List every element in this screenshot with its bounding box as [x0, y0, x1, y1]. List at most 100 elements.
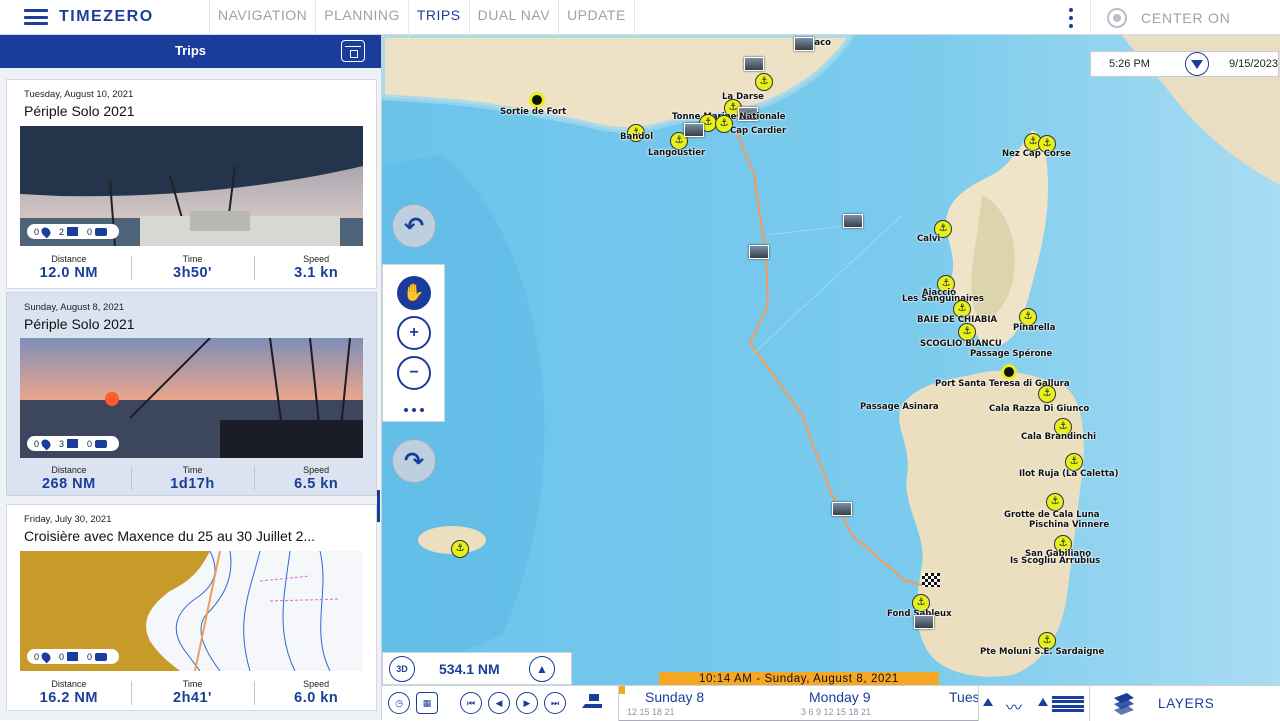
tab-update[interactable]: UPDATE [559, 0, 635, 35]
calendar-icon[interactable] [341, 40, 365, 62]
tab-navigation[interactable]: NAVIGATION [210, 0, 317, 35]
trip-card[interactable]: Sunday, August 8, 2021 Périple Solo 2021… [6, 292, 377, 496]
map-label: Passage Asinara [860, 402, 939, 412]
waypoint-icon [39, 437, 53, 450]
map-label: Cala Razza Di Giunco [989, 404, 1090, 414]
clock-date: 9/15/2023 [1229, 58, 1278, 70]
center-on-button[interactable]: CENTER ON [1090, 0, 1280, 35]
timeline-day: Sunday 8 [645, 689, 705, 705]
playback-bar: ◷ ▦ ⏮ ◀ ▶ ⏭ Sunday 8 12 15 18 21 Monday … [382, 685, 1280, 721]
map-label: BAIE DE CHIABIA [917, 315, 998, 325]
3d-button[interactable]: 3D [389, 655, 415, 682]
zoom-in-icon[interactable]: + [397, 316, 431, 350]
chart-map[interactable]: Sortie de Fort Monaco ⚓ La Darse ⚓ Tonne… [382, 35, 1280, 685]
photo-icon [67, 439, 79, 448]
map-label: Nez Cap Corse [1002, 149, 1071, 159]
layers-button[interactable]: LAYERS [1158, 696, 1214, 711]
list-icon[interactable] [1052, 696, 1084, 712]
map-label: Pischina Vinnere [1029, 520, 1110, 530]
trip-media-counts: 0 2 0 [27, 224, 119, 239]
trip-stats: Distance 268 NM Time 1d17h Speed 6.5 kn [7, 463, 378, 501]
target-icon [1107, 7, 1127, 28]
waypoint-icon [39, 650, 53, 663]
trip-media-counts: 0 0 0 [27, 649, 119, 664]
play-icon[interactable]: ▶ [516, 692, 538, 714]
skip-end-icon[interactable]: ⏭ [544, 692, 566, 714]
timeline-hours: 12 15 18 21 [627, 707, 675, 717]
map-label: Pte Moluni S.E. Sardaigne [980, 647, 1105, 657]
app-brand: TIMEZERO [59, 8, 154, 25]
map-label: Is Scogliu Arrubius [1010, 556, 1101, 566]
waypoint-marker[interactable] [529, 92, 545, 108]
clock-icon[interactable]: ◷ [388, 692, 410, 714]
undo-button[interactable]: ↶ [392, 204, 436, 248]
trip-card[interactable]: Friday, July 30, 2021 Croisière avec Max… [6, 504, 377, 711]
trip-photo: 0 3 0 [20, 338, 363, 458]
photo-marker[interactable] [794, 37, 814, 51]
panel-title: Trips [174, 43, 207, 58]
trip-stats: Distance 16.2 NM Time 2h41' Speed 6.0 kn [7, 677, 378, 715]
map-label: SCOGLIO BIANCU [920, 339, 1002, 349]
photo-icon [67, 227, 79, 236]
anchor-icon[interactable]: ⚓ [1046, 493, 1064, 511]
more-options-icon[interactable] [1062, 8, 1080, 28]
trip-title: Périple Solo 2021 [24, 316, 135, 332]
map-label: Grotte de Cala Luna [1004, 510, 1100, 520]
photo-marker[interactable] [914, 615, 934, 629]
anchor-icon[interactable]: ⚓ [1038, 385, 1056, 403]
photo-marker[interactable] [744, 57, 764, 71]
trip-time: 2h41' [173, 690, 212, 706]
map-label: Bandol [620, 132, 654, 142]
anchor-icon[interactable]: ⚓ [755, 73, 773, 91]
trip-card[interactable]: Tuesday, August 10, 2021 Périple Solo 20… [6, 79, 377, 289]
tab-dual-nav[interactable]: DUAL NAV [470, 0, 560, 35]
photo-marker[interactable] [684, 123, 704, 137]
trip-chart-thumbnail: 0 0 0 [20, 551, 363, 671]
timeline-day: Monday 9 [809, 689, 871, 705]
timeline-day: Tues [949, 689, 978, 705]
trip-title: Périple Solo 2021 [24, 103, 135, 119]
waypoint-marker[interactable] [1001, 364, 1017, 380]
playback-time-banner: 10:14 AM - Sunday, August 8, 2021 [659, 672, 939, 685]
photo-marker[interactable] [832, 502, 852, 516]
tab-planning[interactable]: PLANNING [316, 0, 409, 35]
tab-trips[interactable]: TRIPS [409, 0, 470, 35]
distance-readout: 3D 534.1 NM ▲ [382, 652, 572, 685]
trip-distance: 12.0 NM [39, 265, 98, 281]
panel-header: Trips [0, 35, 381, 68]
photo-icon [67, 652, 79, 661]
more-tools-icon[interactable] [404, 408, 424, 412]
expand-up-icon[interactable] [1038, 698, 1048, 706]
step-back-icon[interactable]: ◀ [488, 692, 510, 714]
trip-speed: 3.1 kn [294, 265, 339, 281]
pan-hand-icon[interactable]: ✋ [397, 276, 431, 310]
route-icon[interactable]: 〰 [1006, 694, 1028, 717]
layers-icon[interactable] [1112, 693, 1136, 715]
time-dropdown-button[interactable] [1185, 52, 1209, 76]
zoom-out-icon[interactable]: − [397, 356, 431, 390]
redo-button[interactable]: ↷ [392, 439, 436, 483]
finish-flag-icon [922, 573, 940, 587]
boat-icon[interactable] [582, 694, 602, 708]
trip-photo: 0 2 0 [20, 126, 363, 246]
anchor-icon[interactable]: ⚓ [451, 540, 469, 558]
expand-up-icon[interactable] [983, 698, 993, 706]
trip-speed: 6.5 kn [294, 476, 339, 492]
heading-arrow-icon[interactable]: ▲ [529, 655, 555, 682]
trip-date: Sunday, August 8, 2021 [24, 302, 125, 313]
trip-date: Friday, July 30, 2021 [24, 514, 112, 525]
photo-marker[interactable] [843, 214, 863, 228]
timeline[interactable]: Sunday 8 12 15 18 21 Monday 9 3 6 9 12 1… [618, 686, 978, 721]
trip-stats: Distance 12.0 NM Time 3h50' Speed 3.1 kn [7, 252, 378, 290]
photo-marker[interactable] [749, 245, 769, 259]
timeline-cursor[interactable] [619, 686, 625, 694]
calendar-icon[interactable]: ▦ [416, 692, 438, 714]
menu-icon[interactable] [24, 9, 48, 25]
skip-start-icon[interactable]: ⏮ [460, 692, 482, 714]
map-label: Ilot Ruja (La Caletta) [1019, 469, 1119, 479]
clock-panel: 5:26 PM 9/15/2023 [1090, 51, 1279, 77]
map-label: Passage Spérone [970, 349, 1053, 359]
map-label: Langoustier [648, 148, 706, 158]
center-on-label: CENTER ON [1141, 9, 1231, 26]
map-label: Cap Cardier [730, 126, 787, 136]
